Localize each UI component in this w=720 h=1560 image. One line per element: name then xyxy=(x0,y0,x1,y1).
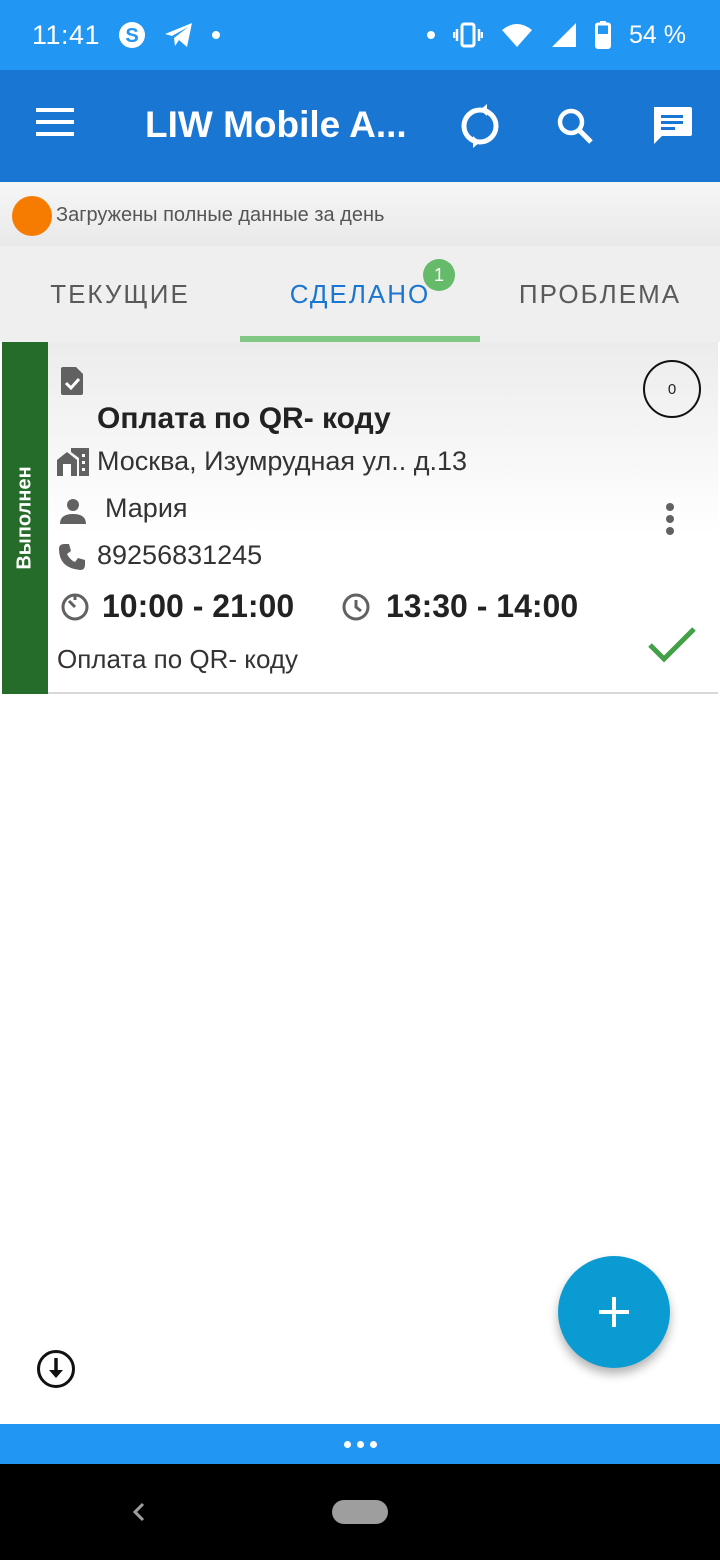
sync-status-text: Загружены полные данные за день xyxy=(56,204,385,226)
building-icon xyxy=(57,448,89,476)
tab-done-badge: 1 xyxy=(423,259,455,291)
order-work-hours: 10:00 - 21:00 xyxy=(102,588,295,624)
sync-button[interactable] xyxy=(456,102,504,150)
download-button[interactable] xyxy=(36,1349,76,1389)
order-phone[interactable]: 89256831245 xyxy=(97,540,262,571)
sync-icon xyxy=(461,104,499,148)
order-status-label: Выполнен xyxy=(13,466,36,570)
svg-text:S: S xyxy=(125,25,138,47)
done-check-icon xyxy=(646,624,698,666)
order-note: Оплата по QR- коду xyxy=(57,644,299,674)
menu-icon xyxy=(36,108,74,136)
tab-bar: ТЕКУЩИЕ СДЕЛАНО ПРОБЛЕМА xyxy=(0,246,720,342)
menu-button[interactable] xyxy=(36,108,76,138)
search-icon xyxy=(557,108,593,144)
arrow-down-circle-icon xyxy=(37,1350,75,1388)
order-contact: Мария xyxy=(105,493,188,523)
notification-dot xyxy=(212,31,221,39)
status-bar: 11:41 S 54 % xyxy=(0,0,720,70)
status-time: 11:41 xyxy=(32,19,101,50)
order-counter[interactable]: 0 xyxy=(643,360,701,418)
person-icon xyxy=(60,498,86,524)
chevron-left-icon xyxy=(132,1502,145,1522)
clock-icon xyxy=(341,592,371,622)
app-title: LIW Mobile A... xyxy=(145,104,407,145)
telegram-icon xyxy=(164,22,194,48)
home-pill[interactable] xyxy=(332,1500,388,1524)
sync-status-bar: Загружены полные данные за день xyxy=(0,182,720,246)
more-bar[interactable] xyxy=(0,1424,720,1464)
app-bar: LIW Mobile A... xyxy=(0,70,720,182)
battery-percent: 54 % xyxy=(629,20,686,49)
order-title: Оплата по QR- коду xyxy=(97,402,391,435)
wifi-icon xyxy=(501,22,533,48)
timer-icon xyxy=(60,592,90,622)
battery-icon xyxy=(595,21,612,49)
notification-dot xyxy=(427,31,436,39)
plus-icon xyxy=(599,1297,629,1327)
sync-status-dot xyxy=(12,196,52,236)
vibrate-icon xyxy=(453,21,484,49)
tab-problem[interactable]: ПРОБЛЕМА xyxy=(480,246,720,342)
search-button[interactable] xyxy=(551,102,599,150)
order-delivery-window: 13:30 - 14:00 xyxy=(386,588,579,624)
phone-icon xyxy=(58,543,86,571)
more-horizontal-icon xyxy=(343,1440,351,1448)
system-nav-bar xyxy=(0,1464,720,1560)
back-button[interactable] xyxy=(126,1496,150,1528)
chat-icon xyxy=(654,107,692,144)
more-vertical-icon[interactable] xyxy=(662,500,678,538)
order-card[interactable]: Выполнен Оплата по QR- коду Москва, Изум… xyxy=(2,342,718,694)
order-address: Москва, Изумрудная ул.. д.13 xyxy=(97,446,467,476)
add-order-button[interactable] xyxy=(558,1256,670,1368)
document-check-icon xyxy=(60,366,86,396)
order-status-strip: Выполнен xyxy=(2,342,48,694)
skype-icon: S xyxy=(118,21,146,49)
tab-current[interactable]: ТЕКУЩИЕ xyxy=(0,246,240,342)
signal-icon xyxy=(551,22,577,48)
chat-button[interactable] xyxy=(648,102,696,150)
